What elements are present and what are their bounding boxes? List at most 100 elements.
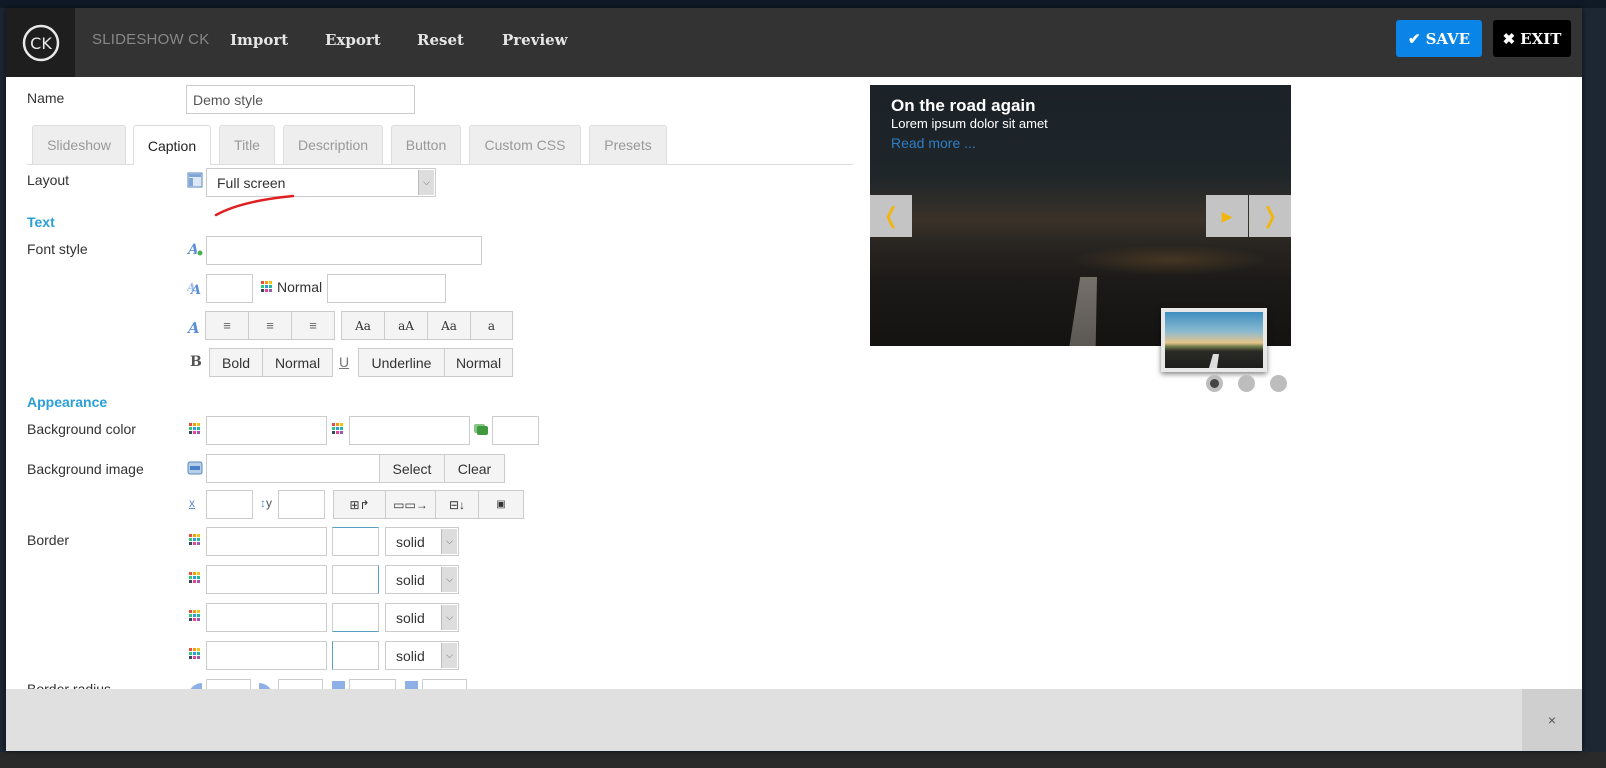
- background-image-input[interactable]: [206, 454, 380, 483]
- uppercase-button[interactable]: aA: [385, 312, 428, 339]
- tab-description[interactable]: Description: [283, 125, 383, 164]
- border-left-width-input[interactable]: [332, 641, 379, 670]
- read-more-link[interactable]: Read more ...: [891, 135, 976, 151]
- background-color-end-input[interactable]: [349, 416, 470, 445]
- road-marking: [1069, 277, 1097, 346]
- footer-close-button[interactable]: ×: [1522, 689, 1582, 751]
- no-repeat-icon: ▣: [496, 499, 506, 510]
- align-left-icon: ≡: [223, 318, 231, 333]
- color-palette-icon[interactable]: [330, 421, 346, 437]
- slideshow-preview: On the road again Lorem ipsum dolor sit …: [870, 85, 1291, 346]
- align-left-button[interactable]: ≡: [206, 312, 249, 339]
- reset-link[interactable]: Reset: [417, 31, 464, 49]
- bold-normal-button[interactable]: Normal: [263, 349, 332, 376]
- bold-button[interactable]: Bold: [210, 349, 263, 376]
- none-transform-icon: Aa: [441, 318, 457, 333]
- thumbnail-road-marking: [1209, 354, 1219, 368]
- exit-label: EXIT: [1520, 29, 1562, 48]
- repeat-y-button[interactable]: ⊟↓: [436, 491, 479, 518]
- svg-text:A: A: [189, 283, 201, 295]
- next-slide-button[interactable]: ❭: [1249, 195, 1291, 237]
- border-left-style-select[interactable]: solid ⌵: [385, 641, 459, 670]
- name-input[interactable]: Demo style: [186, 85, 415, 114]
- play-button[interactable]: ▶: [1206, 195, 1248, 237]
- color-palette-icon[interactable]: [187, 646, 203, 662]
- none-transform-button[interactable]: Aa: [428, 312, 471, 339]
- border-left-color-input[interactable]: [206, 641, 327, 670]
- font-style-label: Font style: [27, 241, 88, 257]
- border-right-width-input[interactable]: [332, 565, 379, 594]
- export-link[interactable]: Export: [325, 31, 381, 49]
- tab-custom-css[interactable]: Custom CSS: [469, 125, 581, 164]
- color-palette-icon[interactable]: [259, 279, 275, 295]
- save-label: SAVE: [1425, 29, 1471, 48]
- repeat-both-icon: ⊞↱: [349, 497, 370, 512]
- import-link[interactable]: Import: [230, 31, 288, 49]
- chevron-left-icon: ❬: [881, 203, 901, 228]
- border-bottom-color-input[interactable]: [206, 603, 327, 632]
- underline-group: Underline Normal: [358, 348, 513, 377]
- clear-image-button[interactable]: Clear: [445, 455, 504, 482]
- align-center-icon: ≡: [266, 318, 274, 333]
- image-icon: [187, 461, 203, 475]
- exit-button[interactable]: ✖ EXIT: [1493, 20, 1571, 57]
- border-top-width-input[interactable]: [332, 527, 379, 556]
- svg-text:CK: CK: [30, 34, 52, 53]
- layout-label: Layout: [27, 172, 70, 188]
- border-right-color-input[interactable]: [206, 565, 327, 594]
- tab-button[interactable]: Button: [391, 125, 461, 164]
- repeat-both-button[interactable]: ⊞↱: [334, 491, 386, 518]
- background-position-y-input[interactable]: [278, 490, 325, 519]
- save-button[interactable]: ✔ SAVE: [1396, 20, 1482, 57]
- play-icon: ▶: [1221, 207, 1233, 224]
- font-size-icon: A A: [187, 281, 201, 295]
- underline-normal-button[interactable]: Normal: [445, 349, 512, 376]
- color-palette-icon[interactable]: [187, 421, 203, 437]
- ck-logo-icon: CK: [22, 24, 59, 61]
- border-bottom-style-select[interactable]: solid ⌵: [385, 603, 459, 632]
- slide-dot-1[interactable]: [1206, 375, 1223, 392]
- slide-dot-2[interactable]: [1238, 375, 1255, 392]
- opacity-icon: [474, 424, 488, 435]
- background-opacity-input[interactable]: [492, 416, 539, 445]
- header-bar: CK SLIDESHOW CK Import Export Reset Prev…: [6, 8, 1582, 77]
- close-icon: ✖: [1502, 29, 1516, 48]
- capitalize-button[interactable]: Aa: [342, 312, 385, 339]
- repeat-x-button[interactable]: ▭▭→: [386, 491, 436, 518]
- prev-slide-button[interactable]: ❬: [870, 195, 912, 237]
- tab-slideshow[interactable]: Slideshow: [32, 125, 126, 164]
- underline-button[interactable]: Underline: [359, 349, 445, 376]
- underline-icon: U: [339, 354, 350, 370]
- border-top-color-input[interactable]: [206, 527, 327, 556]
- lowercase-button[interactable]: a: [471, 312, 512, 339]
- border-top-style-select[interactable]: solid ⌵: [385, 527, 459, 556]
- color-palette-icon[interactable]: [187, 532, 203, 548]
- align-center-button[interactable]: ≡: [249, 312, 292, 339]
- preview-link[interactable]: Preview: [502, 31, 568, 49]
- repeat-y-icon: ⊟↓: [448, 497, 466, 512]
- border-bottom-style-value: solid: [396, 610, 425, 626]
- border-bottom-width-input[interactable]: [332, 603, 379, 632]
- align-right-button[interactable]: ≡: [292, 312, 334, 339]
- font-weight-text: Normal: [277, 279, 323, 295]
- font-size-input[interactable]: [206, 274, 253, 303]
- text-align-icon: A: [187, 319, 200, 335]
- slide-dot-3[interactable]: [1270, 375, 1287, 392]
- color-palette-icon[interactable]: [187, 570, 203, 586]
- position-y-icon: ↕y: [260, 496, 272, 510]
- select-image-button[interactable]: Select: [380, 455, 445, 482]
- background-color-label: Background color: [27, 421, 136, 437]
- thumbnail-tooltip: [1161, 308, 1267, 372]
- background-position-x-input[interactable]: [206, 490, 253, 519]
- uppercase-icon: aA: [398, 318, 414, 333]
- border-right-style-select[interactable]: solid ⌵: [385, 565, 459, 594]
- thumbnail-image: [1165, 312, 1263, 368]
- tab-caption[interactable]: Caption: [133, 125, 211, 165]
- font-color-input[interactable]: [327, 274, 446, 303]
- no-repeat-button[interactable]: ▣: [479, 491, 523, 518]
- font-family-input[interactable]: [206, 236, 482, 265]
- background-color-start-input[interactable]: [206, 416, 327, 445]
- tab-presets[interactable]: Presets: [589, 125, 667, 164]
- tab-title[interactable]: Title: [219, 125, 275, 164]
- color-palette-icon[interactable]: [187, 608, 203, 624]
